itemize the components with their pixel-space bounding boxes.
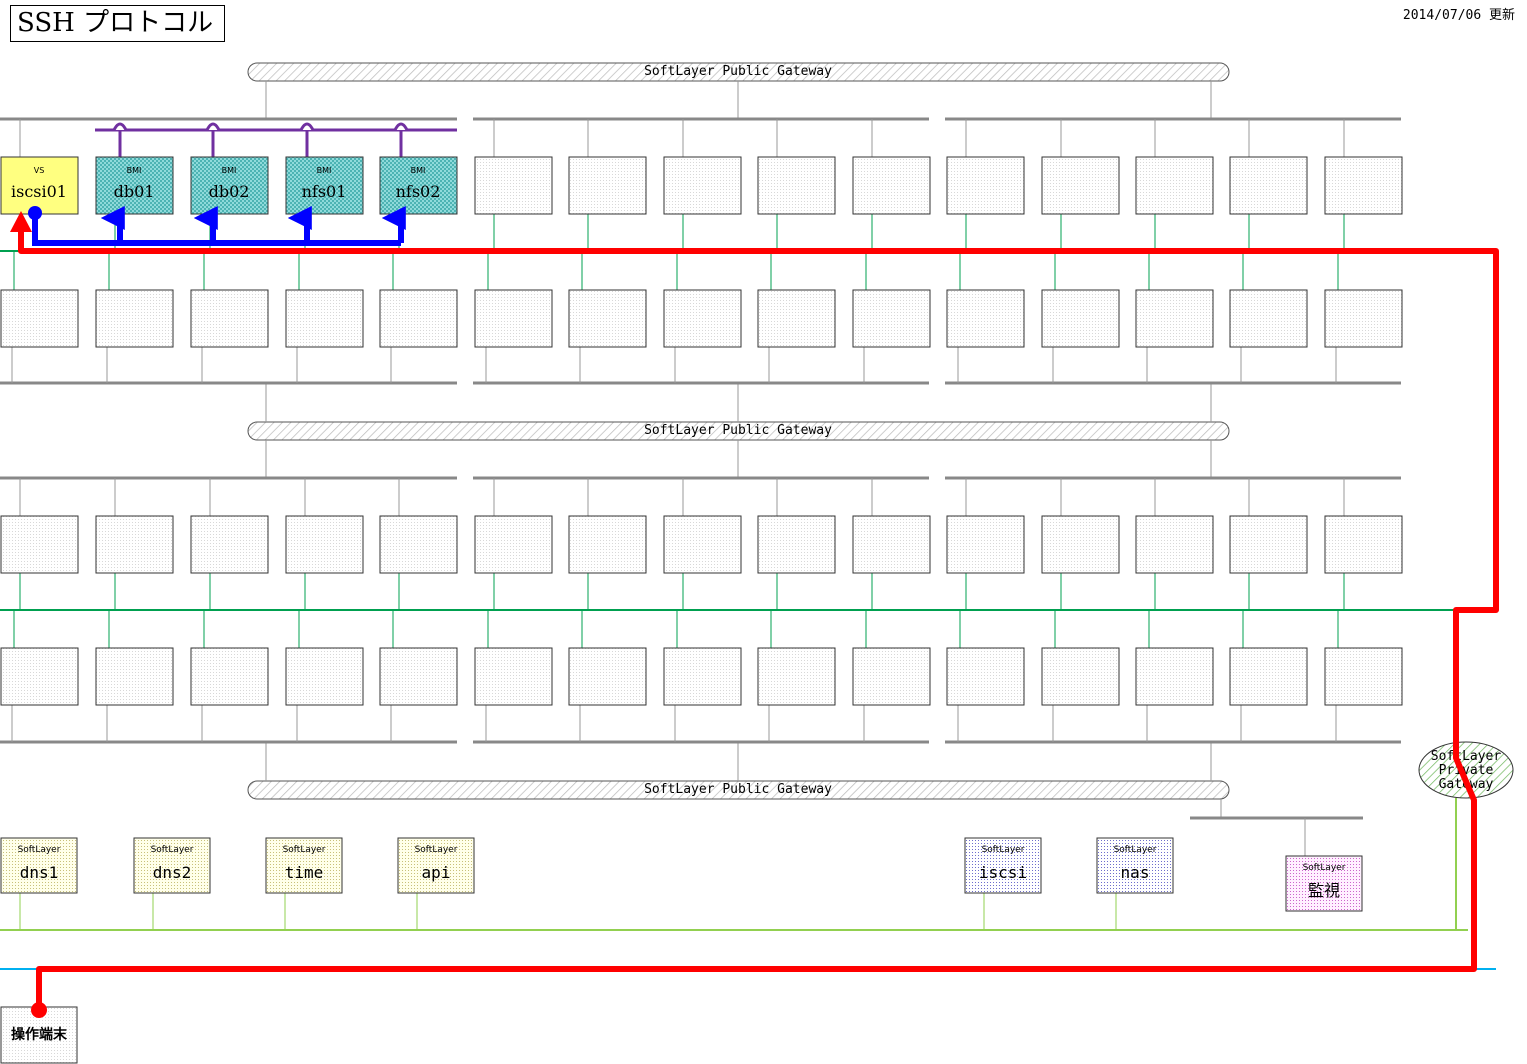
server-box <box>757 647 836 706</box>
server-box <box>95 647 174 706</box>
server-box <box>190 647 269 706</box>
server-name-label: nfs02 <box>396 182 441 201</box>
server-box <box>663 289 742 348</box>
server-box <box>663 156 742 215</box>
internal-path <box>32 213 401 246</box>
ssh-path-origin <box>31 1002 47 1018</box>
internal-path-origin <box>28 206 42 220</box>
server-box <box>1229 515 1308 574</box>
server-box <box>946 647 1025 706</box>
public-gateway-label: SoftLayer Public Gateway <box>644 423 832 438</box>
server-box <box>1041 647 1120 706</box>
service-type-label: SoftLayer <box>18 845 61 855</box>
service-type-label: SoftLayer <box>415 845 458 855</box>
server-box <box>95 515 174 574</box>
server-box <box>946 515 1025 574</box>
server-box <box>474 289 553 348</box>
server-box <box>0 647 79 706</box>
server-box <box>190 289 269 348</box>
bmi-link-hop <box>393 122 409 131</box>
service-type-label: SoftLayer <box>1114 845 1157 855</box>
server-name-label: iscsi01 <box>11 182 67 201</box>
service-name-label: dns1 <box>20 863 59 882</box>
server-box <box>757 289 836 348</box>
server-box <box>0 289 79 348</box>
server-type-label: BMI <box>411 166 426 175</box>
public-gateway-label: SoftLayer Public Gateway <box>644 64 832 79</box>
server-box <box>1041 289 1120 348</box>
server-box <box>946 289 1025 348</box>
server-box <box>379 289 458 348</box>
bmi-link-hop <box>112 122 128 131</box>
bmi-link-hop <box>205 122 221 131</box>
server-box <box>1324 515 1403 574</box>
server-box <box>379 647 458 706</box>
server-name-label: db01 <box>114 182 155 201</box>
server-box <box>568 156 647 215</box>
server-box <box>757 515 836 574</box>
public-gateway-label: SoftLayer Public Gateway <box>644 782 832 797</box>
server-box <box>1229 156 1308 215</box>
server-box <box>474 156 553 215</box>
server-name-label: db02 <box>209 182 250 201</box>
server-box <box>757 156 836 215</box>
server-box <box>95 289 174 348</box>
service-name-label: nas <box>1121 863 1150 882</box>
service-type-label: SoftLayer <box>283 845 326 855</box>
network-diagram: SoftLayer Public Gateway SoftLayer Public… <box>0 62 1514 1064</box>
service-name-label: time <box>285 863 324 882</box>
server-box <box>1135 515 1214 574</box>
server-box <box>1229 289 1308 348</box>
server-box <box>1324 156 1403 215</box>
service-type-label: SoftLayer <box>982 845 1025 855</box>
server-type-label: BMI <box>222 166 237 175</box>
server-box <box>1135 289 1214 348</box>
server-box <box>285 515 364 574</box>
server-box <box>568 515 647 574</box>
server-box <box>568 647 647 706</box>
server-type-label: VS <box>34 166 45 175</box>
server-box <box>568 289 647 348</box>
operator-terminal-label: 操作端末 <box>11 1026 68 1043</box>
server-box <box>1324 647 1403 706</box>
service-name-label: api <box>422 863 451 882</box>
server-box <box>1229 647 1308 706</box>
server-box <box>663 515 742 574</box>
server-type-label: BMI <box>127 166 142 175</box>
service-name-label: 監視 <box>1308 881 1340 900</box>
server-box <box>852 156 931 215</box>
server-box <box>474 647 553 706</box>
private-gateway-label: SoftLayer <box>1431 749 1502 764</box>
server-type-label: BMI <box>317 166 332 175</box>
server-box <box>474 515 553 574</box>
server-box <box>852 289 931 348</box>
server-box <box>1041 515 1120 574</box>
server-box <box>852 647 931 706</box>
server-box <box>852 515 931 574</box>
server-box <box>190 515 269 574</box>
service-name-label: dns2 <box>153 863 192 882</box>
server-box <box>1135 647 1214 706</box>
server-box <box>285 647 364 706</box>
server-box <box>0 515 79 574</box>
server-box <box>663 647 742 706</box>
service-name-label: iscsi <box>979 863 1027 882</box>
service-type-label: SoftLayer <box>1303 863 1346 873</box>
bmi-link-hop <box>299 122 315 131</box>
server-box <box>285 289 364 348</box>
server-box <box>379 515 458 574</box>
server-box <box>1324 289 1403 348</box>
server-box <box>946 156 1025 215</box>
server-box <box>1135 156 1214 215</box>
service-type-label: SoftLayer <box>151 845 194 855</box>
server-name-label: nfs01 <box>302 182 347 201</box>
server-box <box>1041 156 1120 215</box>
